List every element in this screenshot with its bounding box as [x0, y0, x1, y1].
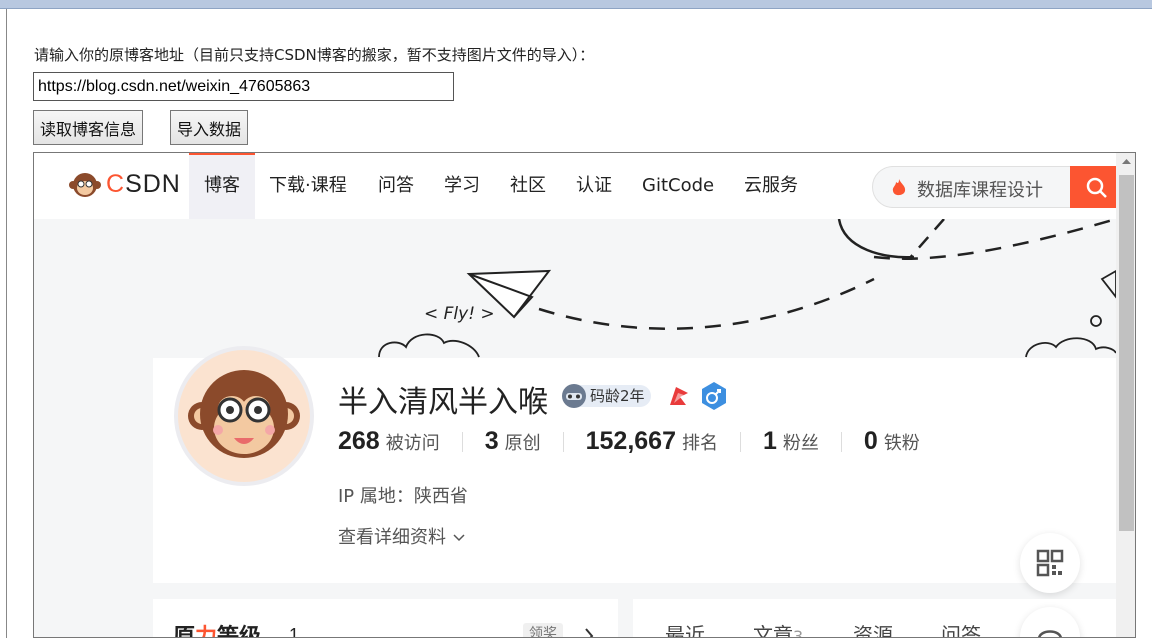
visits-label: 被访问 — [385, 433, 440, 454]
nav-cloud-service[interactable]: 云服务 — [744, 153, 798, 219]
csdn-logo[interactable]: CSDN — [68, 169, 181, 199]
csdn-top-nav: CSDN 博客 下载·课程 问答 学习 社区 认证 GitCode 云服务 数据… — [34, 153, 1135, 219]
window-top-bar — [0, 0, 1152, 9]
nav-community[interactable]: 社区 — [510, 153, 546, 219]
nav-certification[interactable]: 认证 — [576, 153, 612, 219]
level-card: 原力等级 1 领奖 — [153, 599, 618, 638]
avatar[interactable] — [174, 346, 314, 486]
view-details-link[interactable]: 查看详细资料 — [338, 523, 466, 549]
monkey-avatar-icon — [188, 370, 300, 458]
profile-stats: 268 被访问 3 原创 152,667 排名 1 粉丝 0 铁粉 — [338, 427, 920, 456]
qr-code-button[interactable] — [1020, 533, 1080, 593]
monkey-logo-icon — [69, 173, 101, 197]
tab-resources[interactable]: 资源 — [853, 619, 893, 637]
original-label: 原创 — [504, 433, 541, 454]
nav-learn[interactable]: 学习 — [444, 153, 480, 219]
visits-count: 268 — [338, 427, 380, 455]
blog-url-label: 请输入你的原博客地址（目前只支持CSDN博客的搬家，暂不支持图片文件的导入）： — [34, 46, 595, 64]
robot-badge-icon — [562, 384, 586, 408]
read-blog-info-button[interactable]: 读取博客信息 — [33, 110, 144, 145]
import-data-button[interactable]: 导入数据 — [170, 110, 249, 145]
fans-label: 粉丝 — [782, 433, 819, 454]
search-icon — [1086, 177, 1107, 198]
iron-fans-label: 铁粉 — [883, 433, 920, 454]
reward-button[interactable]: 领奖 — [523, 623, 563, 637]
tab-articles[interactable]: 文章3 — [753, 619, 803, 637]
profile-name: 半入清风半入喉 — [338, 385, 548, 420]
nav-download-courses[interactable]: 下载·课程 — [269, 153, 347, 219]
hero-fly-text: < Fly! > — [424, 304, 495, 324]
level-title: 原力等级 — [173, 625, 262, 638]
chevron-right-icon — [585, 628, 594, 637]
code-age-badge: 码龄2年 — [562, 384, 651, 408]
scrollbar-thumb[interactable] — [1119, 175, 1134, 531]
level-number: 1 — [289, 625, 300, 638]
scroll-up-arrow-icon[interactable] — [1121, 157, 1132, 165]
search-placeholder: 数据库课程设计 — [917, 180, 1043, 201]
flame-medal-icon[interactable] — [666, 383, 692, 409]
rank-count: 152,667 — [585, 427, 676, 455]
headset-icon — [1038, 630, 1062, 637]
rank-label: 排名 — [682, 433, 718, 454]
hero-illustration: < Fly! > — [378, 219, 1116, 358]
fire-icon — [892, 179, 906, 196]
gender-male-icon — [702, 382, 726, 410]
search-box[interactable]: 数据库课程设计 — [872, 166, 1072, 208]
nav-qa[interactable]: 问答 — [378, 153, 414, 219]
window-left-border — [6, 9, 7, 638]
nav-gitcode[interactable]: GitCode — [642, 153, 714, 219]
ip-location: IP 属地：陕西省 — [338, 486, 468, 507]
fans-count: 1 — [763, 427, 777, 455]
tab-qa[interactable]: 问答 — [941, 619, 981, 637]
qr-code-icon — [1036, 549, 1064, 577]
nav-blog[interactable]: 博客 — [189, 153, 255, 219]
iron-fans-count: 0 — [863, 427, 878, 455]
vertical-scrollbar[interactable] — [1116, 153, 1135, 637]
blog-url-input[interactable] — [33, 72, 454, 101]
blog-preview-frame[interactable]: < Fly! > CSDN 博客 下载·课程 问答 学习 社区 认证 GitCo… — [33, 152, 1136, 638]
chevron-down-icon — [453, 534, 465, 542]
search-button[interactable] — [1070, 166, 1122, 208]
original-count: 3 — [484, 427, 499, 455]
tab-recent[interactable]: 最近 — [665, 619, 705, 637]
